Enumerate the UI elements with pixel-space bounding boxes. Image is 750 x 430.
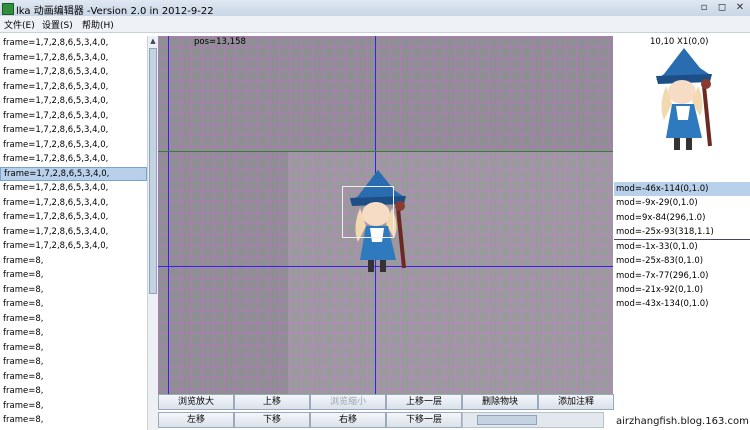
zoom-out-button[interactable]: 浏览缩小 bbox=[310, 394, 386, 410]
frame-list-item[interactable]: frame=8, bbox=[0, 312, 147, 327]
frame-list-item[interactable]: frame=8, bbox=[0, 341, 147, 356]
frame-list-item[interactable]: frame=8, bbox=[0, 297, 147, 312]
zoom-in-button[interactable]: 浏览放大 bbox=[158, 394, 234, 410]
frame-list: frame=1,7,2,8,6,5,3,4,0, frame=1,7,2,8,6,… bbox=[0, 36, 147, 430]
frame-list-item[interactable]: frame=8, bbox=[0, 399, 147, 414]
module-list-item[interactable]: mod=-1x-33(0,1.0) bbox=[614, 240, 750, 254]
canvas-left-line bbox=[168, 36, 169, 394]
frame-list-item[interactable]: frame=1,7,2,8,6,5,3,4,0, bbox=[0, 239, 147, 254]
canvas-guide-line bbox=[158, 151, 613, 152]
frame-list-item[interactable]: frame=8, bbox=[0, 370, 147, 385]
animation-canvas[interactable]: pos=13,158 bbox=[158, 36, 613, 394]
frame-list-item[interactable]: frame=8, bbox=[0, 326, 147, 341]
horizontal-scrollbar[interactable] bbox=[462, 412, 604, 428]
selection-box[interactable] bbox=[342, 186, 394, 238]
toolbar-row-2: 左移 下移 右移 下移一层 bbox=[158, 412, 462, 428]
frame-list-item[interactable]: frame=8, bbox=[0, 355, 147, 370]
module-list-item[interactable]: mod=9x-84(296,1.0) bbox=[614, 211, 750, 225]
frame-list-item[interactable]: frame=1,7,2,8,6,5,3,4,0, bbox=[0, 166, 147, 181]
add-note-button[interactable]: 添加注释 bbox=[538, 394, 614, 410]
frame-list-item[interactable]: frame=1,7,2,8,6,5,3,4,0, bbox=[0, 210, 147, 225]
module-list-item[interactable]: mod=-21x-92(0,1.0) bbox=[614, 283, 750, 297]
toolbar-row-1: 浏览放大 上移 浏览缩小 上移一层 删除物块 添加注释 bbox=[158, 394, 614, 410]
frame-list-item[interactable]: frame=1,7,2,8,6,5,3,4,0, bbox=[0, 109, 147, 124]
frame-list-item[interactable]: frame=1,7,2,8,6,5,3,4,0, bbox=[0, 196, 147, 211]
move-down-button[interactable]: 下移 bbox=[234, 412, 310, 428]
layer-down-button[interactable]: 下移一层 bbox=[386, 412, 462, 428]
maximize-icon[interactable]: ◻ bbox=[714, 1, 730, 14]
menu-bar: 文件(E) 设置(S) 帮助(H) bbox=[0, 16, 750, 33]
canvas-shade bbox=[288, 151, 613, 394]
position-label: pos=13,158 bbox=[194, 37, 246, 47]
module-list: mod=-46x-114(0,1.0) mod=-9x-29(0,1.0) mod=… bbox=[614, 182, 750, 412]
module-list-item[interactable]: mod=-25x-83(0,1.0) bbox=[614, 254, 750, 268]
menu-settings[interactable]: 设置(S) bbox=[42, 18, 73, 31]
frame-list-item[interactable]: frame=1,7,2,8,6,5,3,4,0, bbox=[0, 65, 147, 80]
frame-list-item[interactable]: frame=8, bbox=[0, 283, 147, 298]
frame-list-item[interactable]: frame=1,7,2,8,6,5,3,4,0, bbox=[0, 36, 147, 51]
frame-list-item[interactable]: frame=8, bbox=[0, 384, 147, 399]
frame-list-item[interactable]: frame=1,7,2,8,6,5,3,4,0, bbox=[0, 152, 147, 167]
frame-list-item[interactable]: frame=8, bbox=[0, 268, 147, 283]
frame-list-item[interactable]: frame=8, bbox=[0, 413, 147, 428]
frame-list-item[interactable]: frame=1,7,2,8,6,5,3,4,0, bbox=[0, 94, 147, 109]
close-icon[interactable]: ✕ bbox=[732, 1, 748, 14]
window-title: lka 动画编辑器 -Version 2.0 in 2012-9-22 bbox=[16, 6, 214, 17]
module-list-item[interactable]: mod=-25x-93(318,1.1) bbox=[614, 225, 750, 241]
delete-block-button[interactable]: 删除物块 bbox=[462, 394, 538, 410]
title-bar: lka 动画编辑器 -Version 2.0 in 2012-9-22 ▫ ◻ … bbox=[0, 0, 750, 17]
scroll-thumb[interactable] bbox=[149, 48, 157, 294]
move-left-button[interactable]: 左移 bbox=[158, 412, 234, 428]
menu-help[interactable]: 帮助(H) bbox=[82, 18, 114, 31]
app-icon bbox=[2, 3, 14, 15]
frame-list-item[interactable]: frame=1,7,2,8,6,5,3,4,0, bbox=[0, 123, 147, 138]
module-list-item[interactable]: mod=-46x-114(0,1.0) bbox=[614, 182, 750, 197]
preview-sprite bbox=[656, 48, 712, 150]
frame-list-item[interactable]: frame=8, bbox=[0, 254, 147, 269]
move-up-button[interactable]: 上移 bbox=[234, 394, 310, 410]
frame-list-item[interactable]: frame=1,7,2,8,6,5,3,4,0, bbox=[0, 181, 147, 196]
horizontal-scroll-thumb[interactable] bbox=[477, 415, 537, 425]
module-list-item[interactable]: mod=-9x-29(0,1.0) bbox=[614, 196, 750, 210]
frame-list-item[interactable]: frame=1,7,2,8,6,5,3,4,0, bbox=[0, 80, 147, 95]
frame-list-item[interactable]: frame=1,7,2,8,6,5,3,4,0, bbox=[0, 51, 147, 66]
preview-panel: 10,10 X1(0,0) bbox=[614, 36, 750, 182]
move-right-button[interactable]: 右移 bbox=[310, 412, 386, 428]
frame-list-item[interactable]: frame=1,7,2,8,6,5,3,4,0, bbox=[0, 138, 147, 153]
window-controls: ▫ ◻ ✕ bbox=[696, 1, 748, 14]
minimize-icon[interactable]: ▫ bbox=[696, 1, 712, 14]
menu-file[interactable]: 文件(E) bbox=[4, 18, 35, 31]
frame-list-item[interactable]: frame=1,7,2,8,6,5,3,4,0, bbox=[0, 225, 147, 240]
layer-up-button[interactable]: 上移一层 bbox=[386, 394, 462, 410]
frame-list-scrollbar[interactable]: ▲ bbox=[147, 36, 158, 430]
watermark: airzhangfish.blog.163.com bbox=[616, 416, 749, 427]
module-list-item[interactable]: mod=-7x-77(296,1.0) bbox=[614, 269, 750, 283]
module-list-item[interactable]: mod=-43x-134(0,1.0) bbox=[614, 297, 750, 311]
scroll-up-icon[interactable]: ▲ bbox=[148, 36, 158, 46]
